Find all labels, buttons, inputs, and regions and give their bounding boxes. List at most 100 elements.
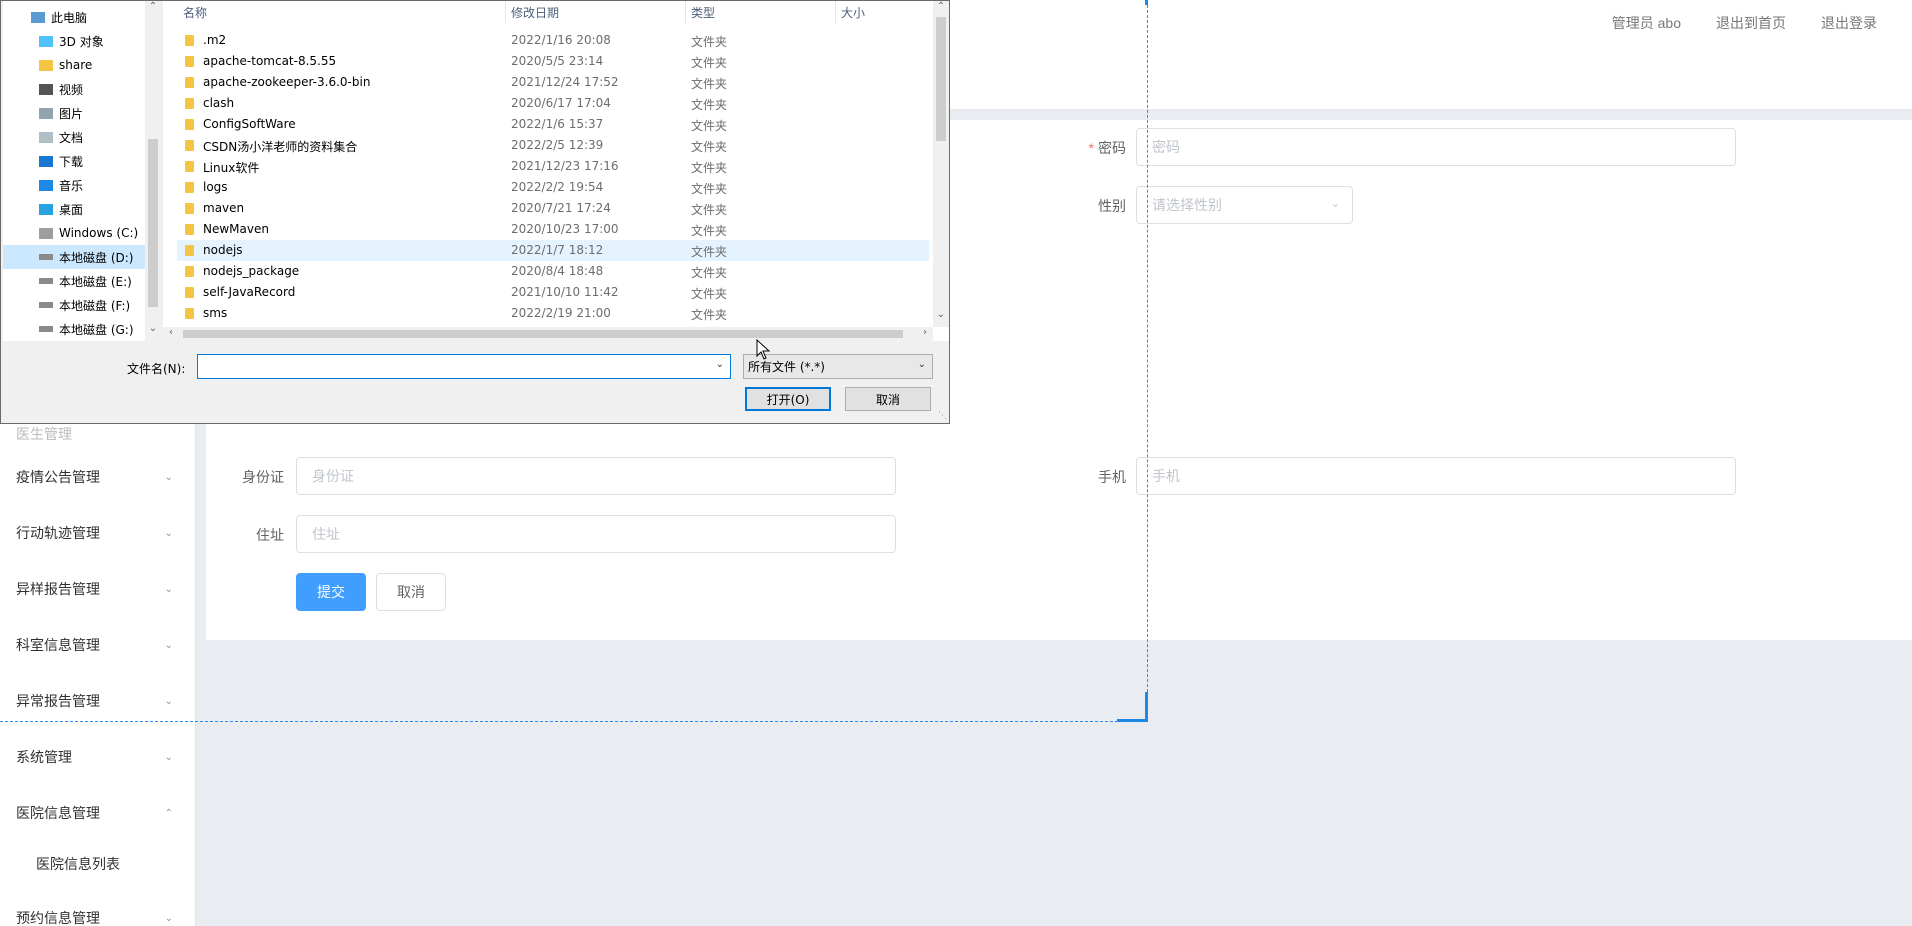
nav-item-label: 本地磁盘 (D:) [59,250,134,265]
navigation-pane[interactable]: 此电脑 3D 对象 share 视频 图片 文档 下载 音乐 桌面 Window… [3,1,161,341]
sidebar-item-departments[interactable]: 科室信息管理 ⌄ [0,617,195,673]
sidebar-item-abnormal-samples[interactable]: 异样报告管理 ⌄ [0,561,195,617]
selection-border-vertical [1147,0,1148,722]
file-row[interactable]: self-JavaRecord 2021/10/10 11:42 文件夹 [177,282,929,303]
file-row[interactable]: apache-tomcat-8.5.55 2020/5/5 23:14 文件夹 [177,51,929,72]
nav-scroll-thumb[interactable] [148,139,158,307]
selection-corner-handle[interactable] [1145,692,1148,722]
chevron-down-icon: ⌄ [164,912,173,924]
file-row[interactable]: apache-zookeeper-3.6.0-bin 2021/12/24 17:… [177,72,929,93]
sidebar-item-announcements[interactable]: 疫情公告管理 ⌄ [0,449,195,505]
nav-item[interactable]: 本地磁盘 (G:) [3,317,145,341]
folder-icon [185,266,194,277]
password-label-text: 密码 [1098,140,1126,156]
nav-item[interactable]: 桌面 [3,197,145,221]
sidebar-item-label: 异样报告管理 [16,581,100,597]
resize-grip-icon[interactable]: ⋱ [938,411,947,421]
chevron-down-icon: ⌄ [1330,198,1340,210]
scroll-down-icon[interactable]: ⌄ [933,309,949,320]
chevron-down-icon[interactable]: ⌄ [716,359,724,370]
file-date: 2022/2/19 21:00 [511,306,611,320]
nav-item[interactable]: 音乐 [3,173,145,197]
file-list-vertical-scrollbar[interactable]: ⌃ ⌄ [933,1,949,327]
vertical-scroll-thumb[interactable] [936,17,946,141]
submit-button[interactable]: 提交 [296,573,366,611]
file-row[interactable]: Linux软件 2021/12/23 17:16 文件夹 [177,156,929,177]
logout-link[interactable]: 退出登录 [1821,13,1877,33]
chevron-down-icon: ⌄ [164,751,173,763]
selection-handle-top[interactable] [1145,0,1148,5]
sidebar-subitem-hospital-list[interactable]: 医院信息列表 [0,839,195,889]
file-row[interactable]: maven 2020/7/21 17:24 文件夹 [177,198,929,219]
file-name: ConfigSoftWare [203,117,296,131]
nav-item[interactable]: 下载 [3,149,145,173]
pictures-icon [39,107,53,119]
windows-drive-icon [39,227,53,239]
nav-item[interactable]: 图片 [3,101,145,125]
file-name: nodejs_package [203,264,300,278]
gender-placeholder: 请选择性别 [1152,197,1222,213]
file-name: nodejs [203,243,243,257]
scroll-left-icon[interactable]: ‹ [163,327,179,338]
column-separator[interactable] [835,1,836,23]
nav-item[interactable]: share [3,53,145,77]
column-separator[interactable] [685,1,686,23]
selection-corner-handle-h[interactable] [1117,719,1147,722]
scroll-up-icon[interactable]: ⌃ [145,1,161,12]
column-header-size[interactable]: 大小 [841,1,865,23]
nav-item[interactable]: Windows (C:) [3,221,145,245]
column-header-name[interactable]: 名称 [183,1,207,23]
address-input[interactable]: 住址 [296,515,896,553]
idcard-input[interactable]: 身份证 [296,457,896,495]
phone-placeholder: 手机 [1152,468,1180,484]
sidebar-item-appointments[interactable]: 预约信息管理 ⌄ [0,890,195,926]
file-type: 文件夹 [691,56,728,70]
column-header-date[interactable]: 修改日期 [511,1,559,23]
column-separator[interactable] [505,1,506,23]
back-to-home-link[interactable]: 退出到首页 [1716,13,1786,33]
scroll-up-icon[interactable]: ⌃ [933,1,949,12]
nav-item[interactable]: 3D 对象 [3,29,145,53]
cancel-button[interactable]: 取消 [376,573,446,611]
nav-item[interactable]: 本地磁盘 (E:) [3,269,145,293]
sidebar-item-system[interactable]: 系统管理 ⌄ [0,729,195,785]
drive-icon [39,302,53,308]
file-name: .m2 [203,33,227,47]
nav-item[interactable]: 此电脑 [3,5,145,29]
file-row[interactable]: nodejs_package 2020/8/4 18:48 文件夹 [177,261,929,282]
filename-input[interactable]: ⌄ [197,354,731,379]
scroll-down-icon[interactable]: ⌄ [145,323,161,334]
file-row[interactable]: CSDN汤小洋老师的资料集合 2022/2/5 12:39 文件夹 [177,135,929,156]
horizontal-scroll-thumb[interactable] [183,330,903,338]
file-list-horizontal-scrollbar[interactable]: ‹ › [163,327,933,341]
drive-icon [39,326,53,332]
nav-item-selected[interactable]: 本地磁盘 (D:) [3,245,145,269]
sidebar-item-hospital[interactable]: 医院信息管理 ⌃ [0,785,195,841]
file-row[interactable]: clash 2020/6/17 17:04 文件夹 [177,93,929,114]
nav-item[interactable]: 文档 [3,125,145,149]
scroll-right-icon[interactable]: › [917,327,933,338]
folder-icon [39,59,53,71]
file-row-selected[interactable]: nodejs 2022/1/7 18:12 文件夹 [177,240,929,261]
nav-item[interactable]: 视频 [3,77,145,101]
file-type: 文件夹 [691,98,728,112]
file-type: 文件夹 [691,245,728,259]
folder-icon [185,308,194,319]
gender-select[interactable]: 请选择性别 ⌄ [1136,186,1353,224]
file-date: 2022/2/5 12:39 [511,138,604,152]
chevron-up-icon: ⌃ [164,807,173,819]
file-row[interactable]: sms 2022/2/19 21:00 文件夹 [177,303,929,324]
file-row[interactable]: .m2 2022/1/16 20:08 文件夹 [177,30,929,51]
password-input[interactable]: 密码 [1136,128,1736,166]
file-type: 文件夹 [691,182,728,196]
file-row[interactable]: logs 2022/2/2 19:54 文件夹 [177,177,929,198]
nav-item[interactable]: 本地磁盘 (F:) [3,293,145,317]
phone-input[interactable]: 手机 [1136,457,1736,495]
sidebar-item-trajectory[interactable]: 行动轨迹管理 ⌄ [0,505,195,561]
file-row[interactable]: NewMaven 2020/10/23 17:00 文件夹 [177,219,929,240]
dialog-cancel-button[interactable]: 取消 [845,387,931,411]
column-header-type[interactable]: 类型 [691,1,715,23]
file-row[interactable]: ConfigSoftWare 2022/1/6 15:37 文件夹 [177,114,929,135]
open-button[interactable]: 打开(O) [745,387,831,411]
nav-scrollbar[interactable]: ⌃ ⌄ [145,1,161,341]
